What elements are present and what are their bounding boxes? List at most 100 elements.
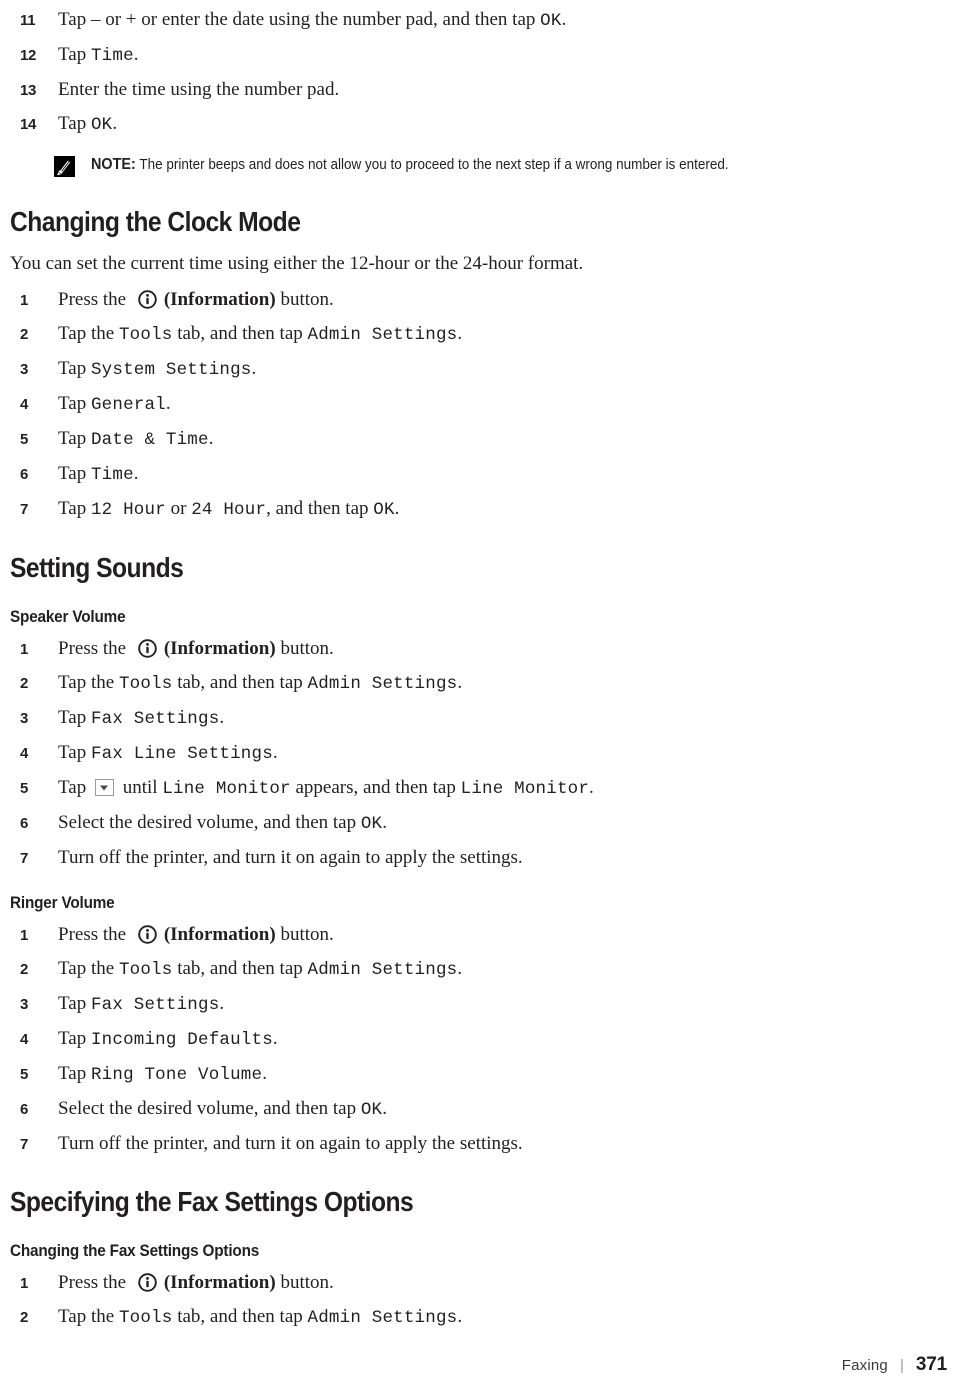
subsection-heading-ringer-volume: Ringer Volume [10,893,115,912]
button-label: (Information) [163,289,276,310]
step-text: Tap the Tools tab, and then tap Admin Se… [58,322,947,347]
step-text: Press the (Information) button. [58,288,947,311]
step-text: Tap Ring Tone Volume. [58,1062,947,1087]
step-text-part: Tap [58,1028,91,1049]
step-text: Tap the Tools tab, and then tap Admin Se… [58,957,947,982]
ui-label: Date & Time [90,430,209,450]
step-number: 12 [20,47,37,64]
note-label: NOTE: [91,156,136,173]
step-text: Tap System Settings. [58,357,947,382]
step-text-part: . [272,1028,278,1049]
step-number: 7 [20,501,29,518]
steps-list-speaker-volume: 1 Press the (Information) button. 2 Tap … [10,637,947,870]
step-text-part: button. [275,638,334,659]
note-pencil-icon [54,156,75,177]
list-item: 3 Tap System Settings. [10,357,947,382]
step-number: 14 [20,116,37,133]
step-text-part: Tap [58,428,91,449]
step-text: Tap the Tools tab, and then tap Admin Se… [58,671,947,696]
step-text: Tap Fax Settings. [58,706,947,731]
step-number: 1 [20,1275,29,1292]
step-number: 5 [20,431,29,448]
ui-label: OK [540,11,562,31]
step-text-part: . [457,958,463,979]
step-text-part: Tap [58,742,91,763]
step-text: Press the (Information) button. [58,637,947,660]
step-text-part: until [117,777,163,798]
step-number: 4 [20,1031,29,1048]
ui-label: Admin Settings [307,1308,458,1328]
step-text-part: Tap [58,113,91,134]
ui-label: Time [90,46,134,66]
button-label: (Information) [163,924,276,945]
ui-label: Fax Settings [90,995,220,1015]
information-icon [138,290,157,309]
step-text: Select the desired volume, and then tap … [58,811,947,836]
step-text-part: Tap – or + or enter the date using the n… [58,9,541,30]
list-item: 7 Tap 12 Hour or 24 Hour, and then tap O… [10,497,947,522]
step-text-part: Tap the [58,958,119,979]
list-item: 4 Tap General. [10,392,947,417]
step-number: 2 [20,961,29,978]
step-text-part: . [457,323,463,344]
step-text-part: Tap [58,498,91,519]
list-item: 2 Tap the Tools tab, and then tap Admin … [10,671,947,696]
scroll-down-button[interactable] [94,779,114,796]
step-text: Tap – or + or enter the date using the n… [58,8,947,33]
step-text-part: . [457,1306,463,1327]
section-heading-setting-sounds: Setting Sounds [10,552,184,583]
step-text: Tap Date & Time. [58,427,947,452]
list-item: 1 Press the (Information) button. [10,923,947,947]
list-item: 12 Tap Time. [10,43,947,68]
step-text: Press the (Information) button. [58,923,947,946]
step-number: 7 [20,850,29,867]
ui-label: OK [90,115,113,135]
step-text-part: appears, and then tap [290,777,461,798]
list-item: 6 Tap Time. [10,462,947,487]
subsection-heading-changing-the-fax-settings-options: Changing the Fax Settings Options [10,1241,260,1260]
section-heading-changing-the-clock-mode: Changing the Clock Mode [10,206,301,237]
steps-list-changing-fax-settings-options: 1 Press the (Information) button. 2 Tap … [10,1271,947,1330]
information-icon [138,1273,157,1292]
ui-label: Admin Settings [307,325,458,345]
button-label: (Information) [163,638,276,659]
step-text: Tap OK. [58,112,947,137]
step-text-part: tab, and then tap [172,958,308,979]
ui-label: Tools [118,674,173,694]
step-text-part: button. [275,924,334,945]
ui-label: Incoming Defaults [90,1030,273,1050]
step-text-part: Tap [58,358,91,379]
step-text-part: Tap [58,777,91,798]
step-text: Enter the time using the number pad. [58,79,340,100]
step-number: 6 [20,1101,29,1118]
step-text-part: . [394,498,400,519]
footer-chapter: Faxing [841,1357,888,1374]
step-number: 2 [20,675,29,692]
continued-steps-list: 11 Tap – or + or enter the date using th… [10,8,947,137]
step-text: Tap 12 Hour or 24 Hour, and then tap OK. [58,497,947,522]
step-number: 4 [20,745,29,762]
ui-label: OK [360,814,383,834]
step-text-part: Tap [58,993,91,1014]
step-text-part: . [382,812,388,833]
step-text-part: tab, and then tap [172,323,308,344]
step-text: Tap General. [58,392,947,417]
section-heading-specifying-the-fax-settings-options: Specifying the Fax Settings Options [10,1186,414,1217]
step-text: Tap Incoming Defaults. [58,1027,947,1052]
step-text-part: . [457,672,463,693]
list-item: 2 Tap the Tools tab, and then tap Admin … [10,322,947,347]
step-text-part: . [133,44,139,65]
step-text: Press the (Information) button. [58,1271,947,1294]
step-text: Tap until Line Monitor appears, and then… [58,776,947,801]
button-label: (Information) [163,1272,276,1293]
step-number: 1 [20,927,29,944]
section-intro: You can set the current time using eithe… [10,253,584,274]
step-text-part: Press the [58,638,131,659]
information-icon [138,639,157,658]
ui-label: OK [360,1100,383,1120]
list-item: 2 Tap the Tools tab, and then tap Admin … [10,957,947,982]
list-item: 14 Tap OK. [10,112,947,137]
step-text: Tap the Tools tab, and then tap Admin Se… [58,1305,947,1330]
step-number: 5 [20,780,29,797]
step-text: Turn off the printer, and turn it on aga… [58,847,523,868]
